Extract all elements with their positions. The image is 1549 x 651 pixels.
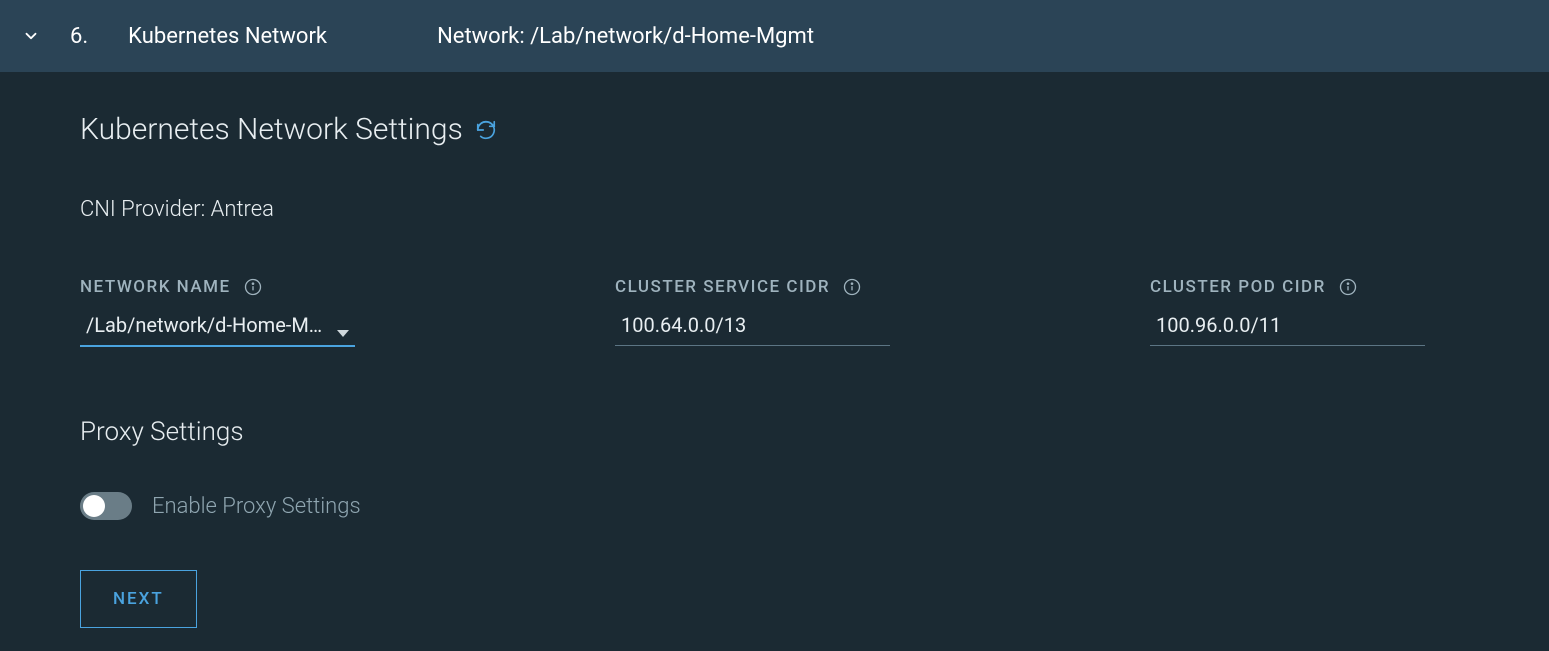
- network-name-label: NETWORK NAME: [80, 277, 231, 297]
- page-title: Kubernetes Network Settings: [80, 112, 463, 147]
- step-number: 6.: [70, 24, 88, 49]
- info-icon[interactable]: [1338, 277, 1358, 297]
- enable-proxy-toggle[interactable]: [80, 492, 132, 520]
- cluster-pod-cidr-label-row: CLUSTER POD CIDR: [1150, 277, 1425, 297]
- cluster-service-cidr-input[interactable]: [615, 309, 890, 346]
- cluster-service-cidr-label: CLUSTER SERVICE CIDR: [615, 277, 830, 297]
- proxy-toggle-row: Enable Proxy Settings: [80, 492, 1549, 520]
- cni-provider-row: CNI Provider: Antrea: [80, 197, 1549, 222]
- page-title-row: Kubernetes Network Settings: [80, 112, 1549, 147]
- network-name-field: NETWORK NAME: [80, 277, 355, 347]
- cluster-pod-cidr-input[interactable]: [1150, 309, 1425, 346]
- cluster-service-cidr-field: CLUSTER SERVICE CIDR: [615, 277, 890, 347]
- page-content: Kubernetes Network Settings CNI Provider…: [0, 72, 1549, 628]
- cluster-pod-cidr-label: CLUSTER POD CIDR: [1150, 277, 1326, 297]
- info-icon[interactable]: [842, 277, 862, 297]
- cni-provider-label: CNI Provider:: [80, 197, 205, 222]
- cni-provider-value: Antrea: [211, 197, 274, 222]
- cluster-pod-cidr-field: CLUSTER POD CIDR: [1150, 277, 1425, 347]
- chevron-down-icon[interactable]: [22, 27, 40, 45]
- enable-proxy-label: Enable Proxy Settings: [152, 494, 361, 519]
- network-name-select[interactable]: [80, 309, 355, 347]
- proxy-settings-title: Proxy Settings: [80, 417, 1549, 447]
- step-title: Kubernetes Network: [128, 24, 327, 49]
- next-button[interactable]: NEXT: [80, 570, 197, 628]
- refresh-icon[interactable]: [475, 119, 497, 141]
- cluster-service-cidr-label-row: CLUSTER SERVICE CIDR: [615, 277, 890, 297]
- step-summary: Network: /Lab/network/d-Home-Mgmt: [437, 24, 814, 49]
- wizard-step-header: 6. Kubernetes Network Network: /Lab/netw…: [0, 0, 1549, 72]
- form-row: NETWORK NAME CLUSTER SERVICE CIDR: [80, 277, 1549, 347]
- network-name-label-row: NETWORK NAME: [80, 277, 355, 297]
- network-name-value[interactable]: [80, 309, 355, 347]
- info-icon[interactable]: [243, 277, 263, 297]
- toggle-knob: [83, 495, 105, 517]
